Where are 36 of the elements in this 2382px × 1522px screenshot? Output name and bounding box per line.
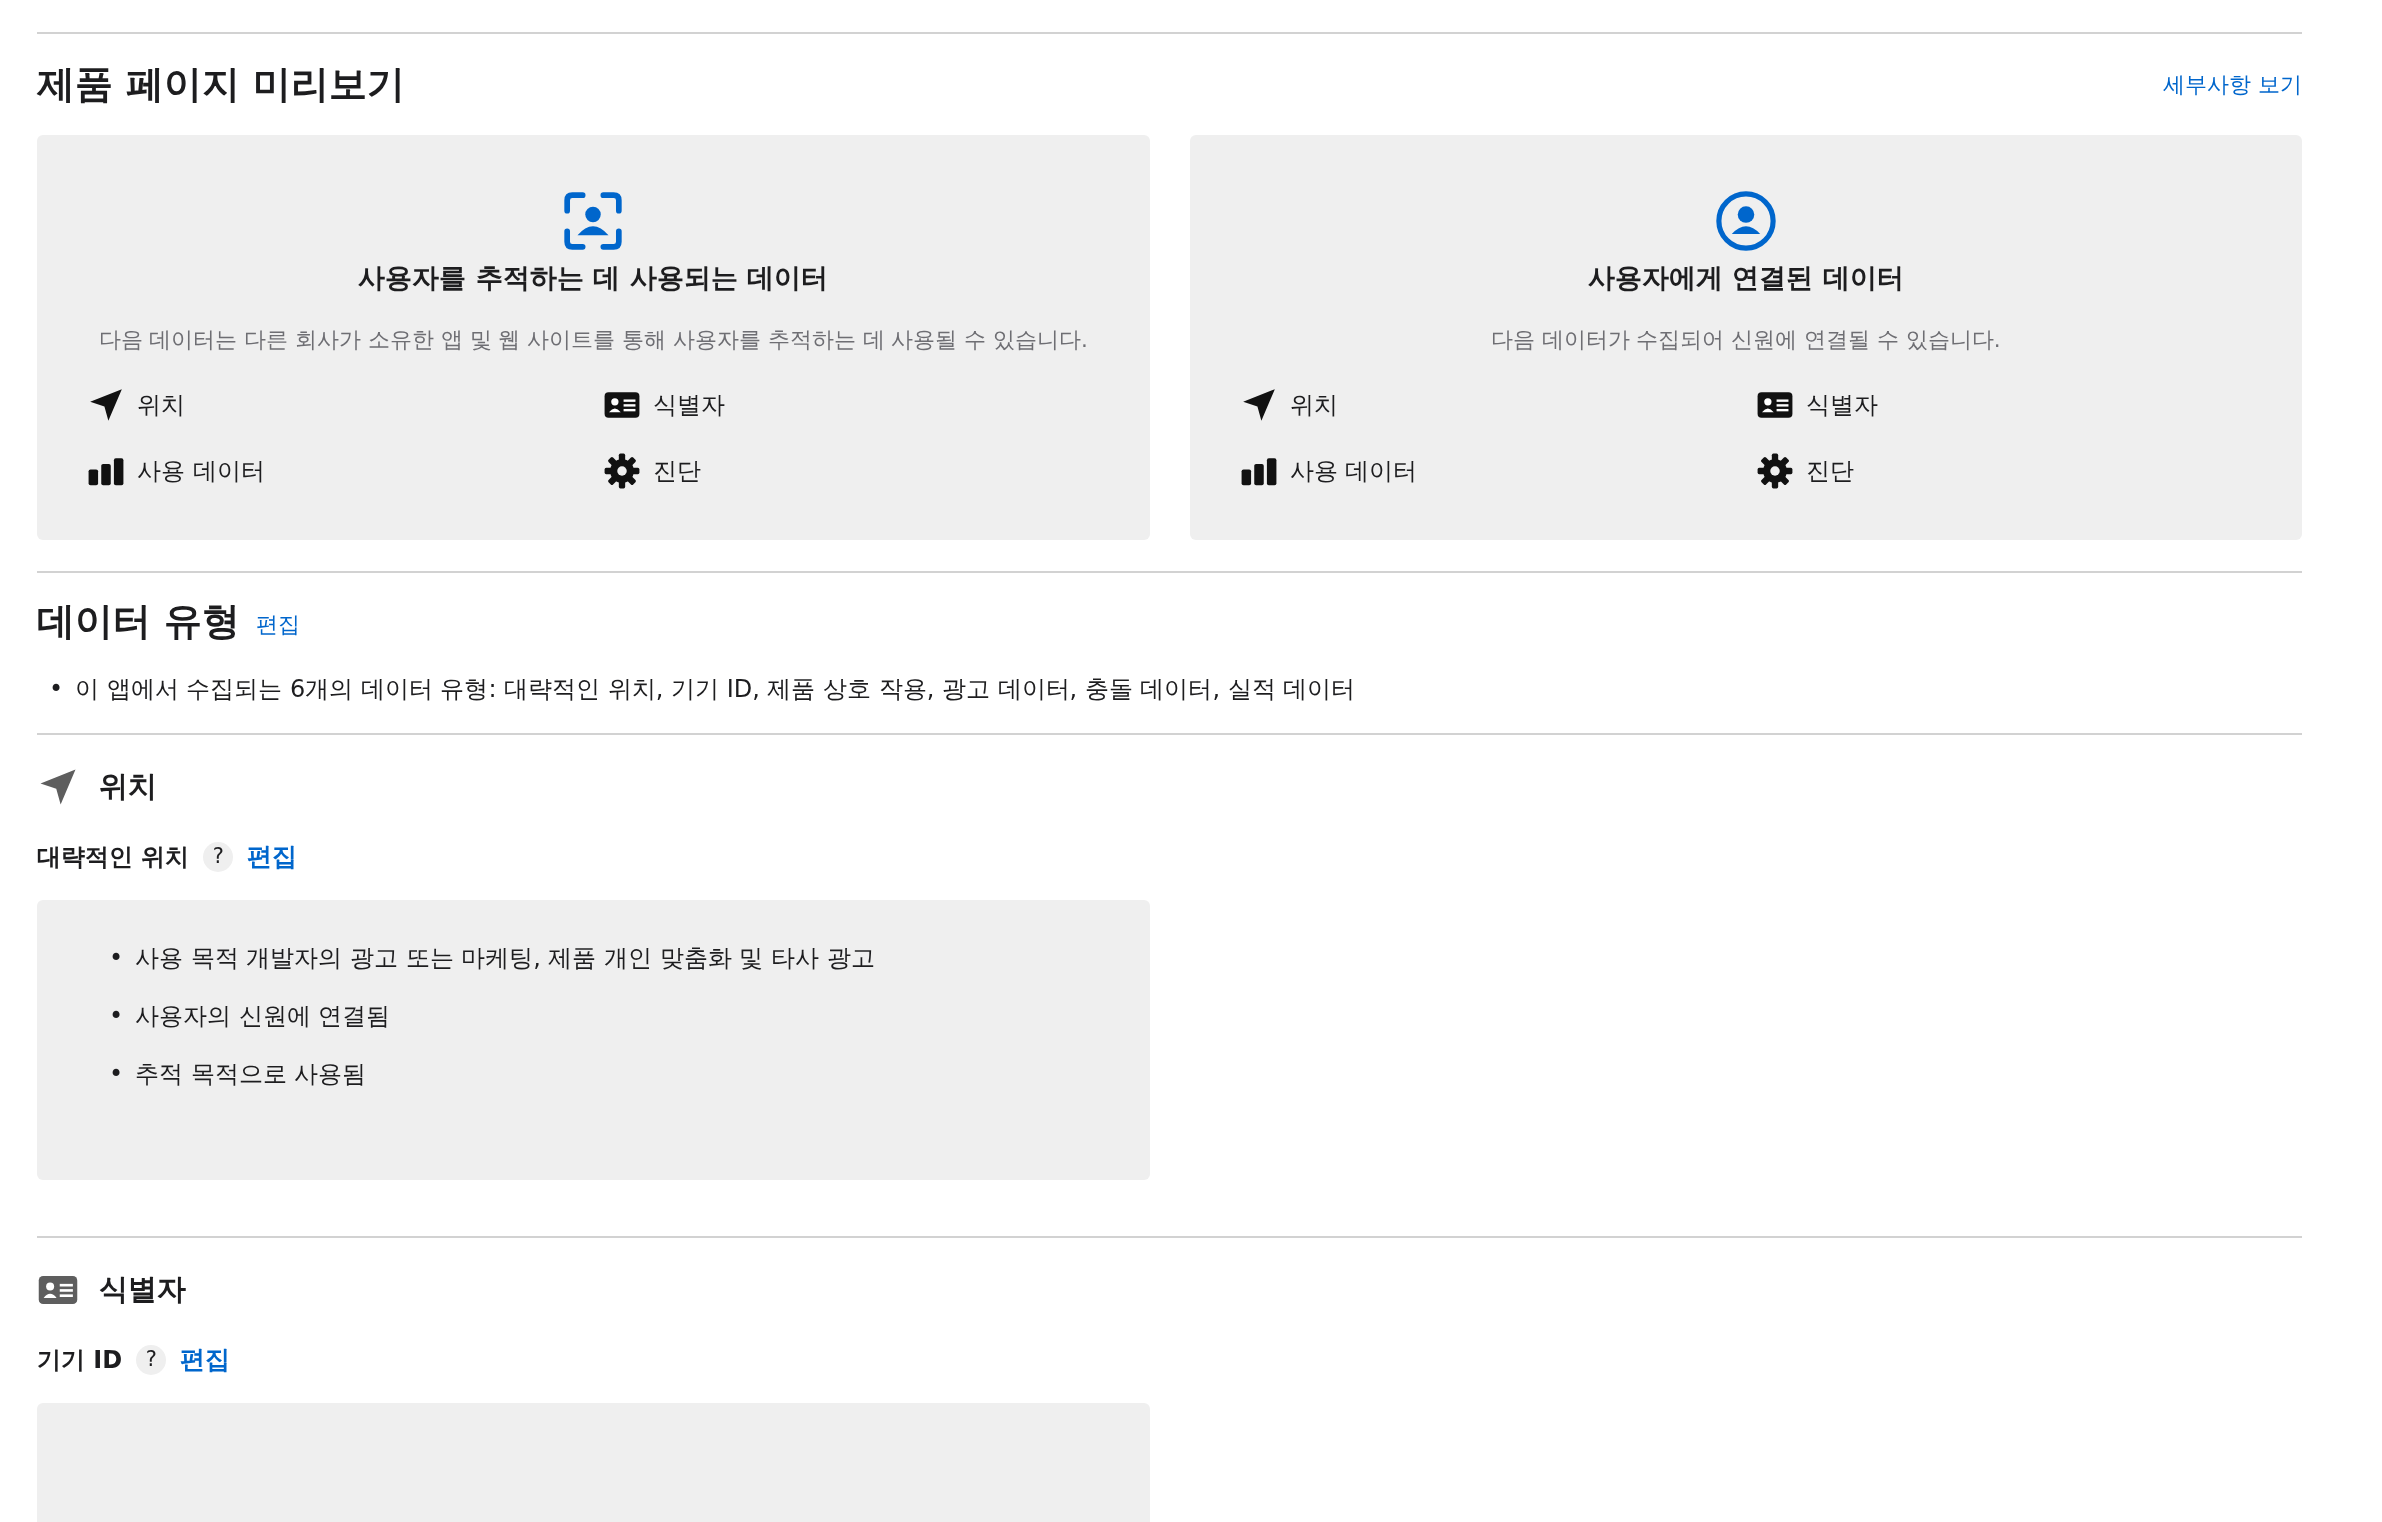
data-category: 사용 데이터 — [1289, 456, 1418, 488]
edit-link[interactable]: 편집 — [247, 838, 298, 876]
section-heading: 식별자 — [99, 1270, 186, 1308]
section-title: 데이터 유형 — [37, 599, 241, 645]
gear-icon — [1755, 452, 1794, 491]
data-category: 위치 — [137, 390, 185, 422]
card-title: 사용자를 추적하는 데 사용되는 데이터 — [357, 260, 830, 295]
card-title: 사용자에게 연결된 데이터 — [1586, 260, 1905, 295]
data-type-name: 대략적인 위치 — [37, 842, 190, 874]
data-category: 사용 데이터 — [137, 456, 265, 488]
person-focus-icon — [562, 189, 625, 252]
data-category: 위치 — [1289, 390, 1338, 422]
gear-icon — [603, 452, 642, 491]
data-category: 식별자 — [1805, 390, 1878, 422]
detail-text: 사용자의 신원에 연결됨 — [135, 1000, 391, 1032]
edit-link[interactable]: 편집 — [256, 607, 301, 645]
bullet-marker: • — [109, 1000, 125, 1032]
summary-text: 이 앱에서 수집되는 6개의 데이터 유형: 대략적인 위치, 기기 ID, 제품 상호 작용, 광고 데이터, 충돌 데이터, 실적 데이터 — [75, 673, 1356, 705]
edit-link[interactable]: 편집 — [180, 1341, 231, 1379]
detail-text: 추적 목적으로 사용됨 — [135, 1058, 367, 1090]
card-description: 다음 데이터가 수집되어 신원에 연결될 수 있습니다. — [1489, 326, 2002, 355]
card-description: 다음 데이터는 다른 회사가 소유한 앱 및 웹 사이트를 통해 사용자를 추적하는 데 사용될 수 있습니다. — [97, 326, 1089, 355]
bullet-marker: • — [109, 1058, 125, 1090]
help-button[interactable]: ? — [203, 842, 234, 873]
data-category: 식별자 — [653, 390, 726, 422]
details-link[interactable]: 세부사항 보기 — [2163, 68, 2302, 102]
bullet-marker: • — [49, 673, 65, 705]
help-button[interactable]: ? — [136, 1345, 167, 1376]
detail-text: 사용 목적 개발자의 광고 또는 마케팅, 제품 개인 맞춤화 및 타사 광고 — [135, 942, 875, 974]
data-category: 진단 — [653, 456, 702, 488]
section-title: 제품 페이지 미리보기 — [37, 62, 406, 108]
person-circle-icon — [1714, 189, 1777, 252]
data-type-name: 기기 ID — [37, 1345, 123, 1377]
data-category: 진단 — [1805, 456, 1854, 488]
section-heading: 위치 — [99, 767, 157, 805]
bullet-marker: • — [109, 942, 125, 974]
